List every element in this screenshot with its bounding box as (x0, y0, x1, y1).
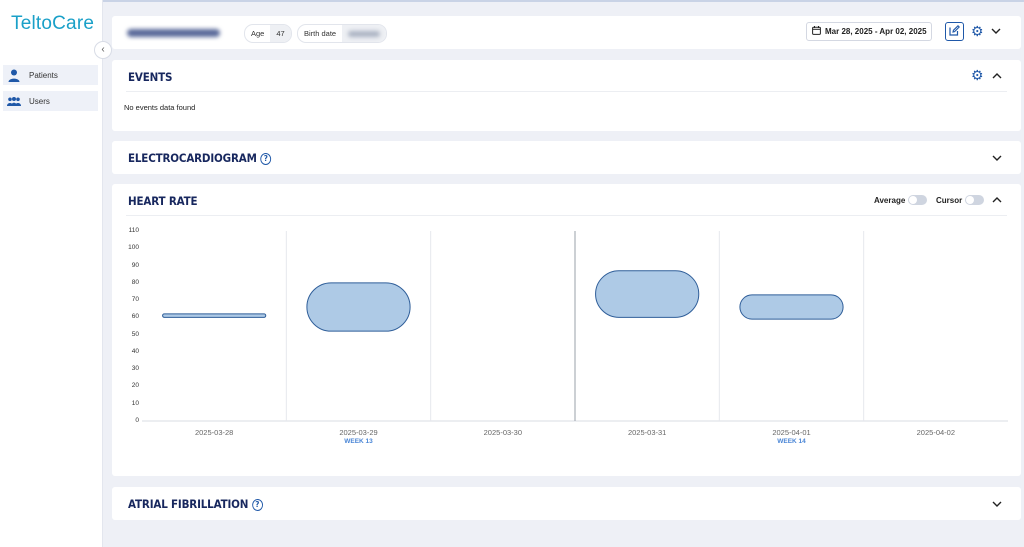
heart-rate-divider (126, 215, 1007, 216)
app-logo[interactable]: TeltoCare (11, 13, 94, 35)
edit-icon (949, 23, 960, 41)
atrial-fibrillation-card[interactable]: ATRIAL FIBRILLATION? (112, 487, 1021, 520)
events-empty-text: No events data found (124, 103, 196, 112)
sidebar-item-users[interactable]: Users (3, 91, 98, 111)
header-settings-icon[interactable]: ⚙ (971, 24, 984, 38)
edit-button[interactable] (945, 22, 964, 41)
date-range-picker[interactable]: Mar 28, 2025 - Apr 02, 2025 (806, 22, 932, 41)
sidebar-item-label: Users (29, 96, 50, 106)
atrial-fibrillation-title: ATRIAL FIBRILLATION? (128, 497, 263, 511)
birth-date-label: Birth date (304, 29, 337, 38)
user-icon (3, 69, 25, 82)
age-label: Age (251, 29, 265, 38)
header-chevron-down-icon[interactable] (991, 27, 1001, 37)
patient-name (127, 29, 220, 37)
sidebar-item-label: Patients (29, 70, 58, 80)
atrial-fibrillation-title-text: ATRIAL FIBRILLATION (128, 497, 249, 511)
help-icon[interactable]: ? (260, 153, 272, 165)
birth-date-value (342, 25, 387, 42)
sidebar: TeltoCare Patients Users (0, 0, 103, 547)
afib-chevron-down-icon[interactable] (992, 500, 1002, 510)
date-range-text: Mar 28, 2025 - Apr 02, 2025 (825, 27, 927, 36)
heart-rate-card: HEART RATE Average Cursor (112, 184, 1021, 476)
heart-rate-chevron-up-icon[interactable] (992, 195, 1002, 205)
calendar-icon (812, 26, 821, 37)
birth-date-pill: Birth date (297, 24, 388, 43)
cursor-toggle-label: Cursor (936, 196, 963, 205)
heart-rate-title: HEART RATE (128, 194, 198, 208)
chevron-left-icon: ‹ (101, 44, 105, 55)
users-icon (3, 96, 25, 106)
events-title: EVENTS (128, 70, 173, 84)
ecg-title-text: ELECTROCARDIOGRAM (128, 151, 257, 165)
events-card: EVENTS No events data found ⚙ (112, 60, 1021, 131)
age-pill: Age 47 (244, 24, 292, 43)
ecg-chevron-down-icon[interactable] (992, 154, 1002, 164)
average-toggle-label: Average (874, 196, 906, 205)
events-divider (126, 91, 1007, 92)
events-chevron-up-icon[interactable] (992, 71, 1002, 81)
ecg-title: ELECTROCARDIOGRAM? (128, 151, 272, 165)
average-toggle[interactable] (908, 195, 927, 205)
sidebar-item-patients[interactable]: Patients (3, 65, 98, 85)
cursor-toggle[interactable] (965, 195, 984, 205)
collapse-sidebar-button[interactable]: ‹ (94, 41, 112, 59)
ecg-card[interactable]: ELECTROCARDIOGRAM? (112, 141, 1021, 174)
top-border (0, 0, 1024, 2)
help-icon[interactable]: ? (251, 499, 263, 511)
age-value: 47 (270, 25, 291, 42)
events-settings-icon[interactable]: ⚙ (971, 68, 984, 82)
